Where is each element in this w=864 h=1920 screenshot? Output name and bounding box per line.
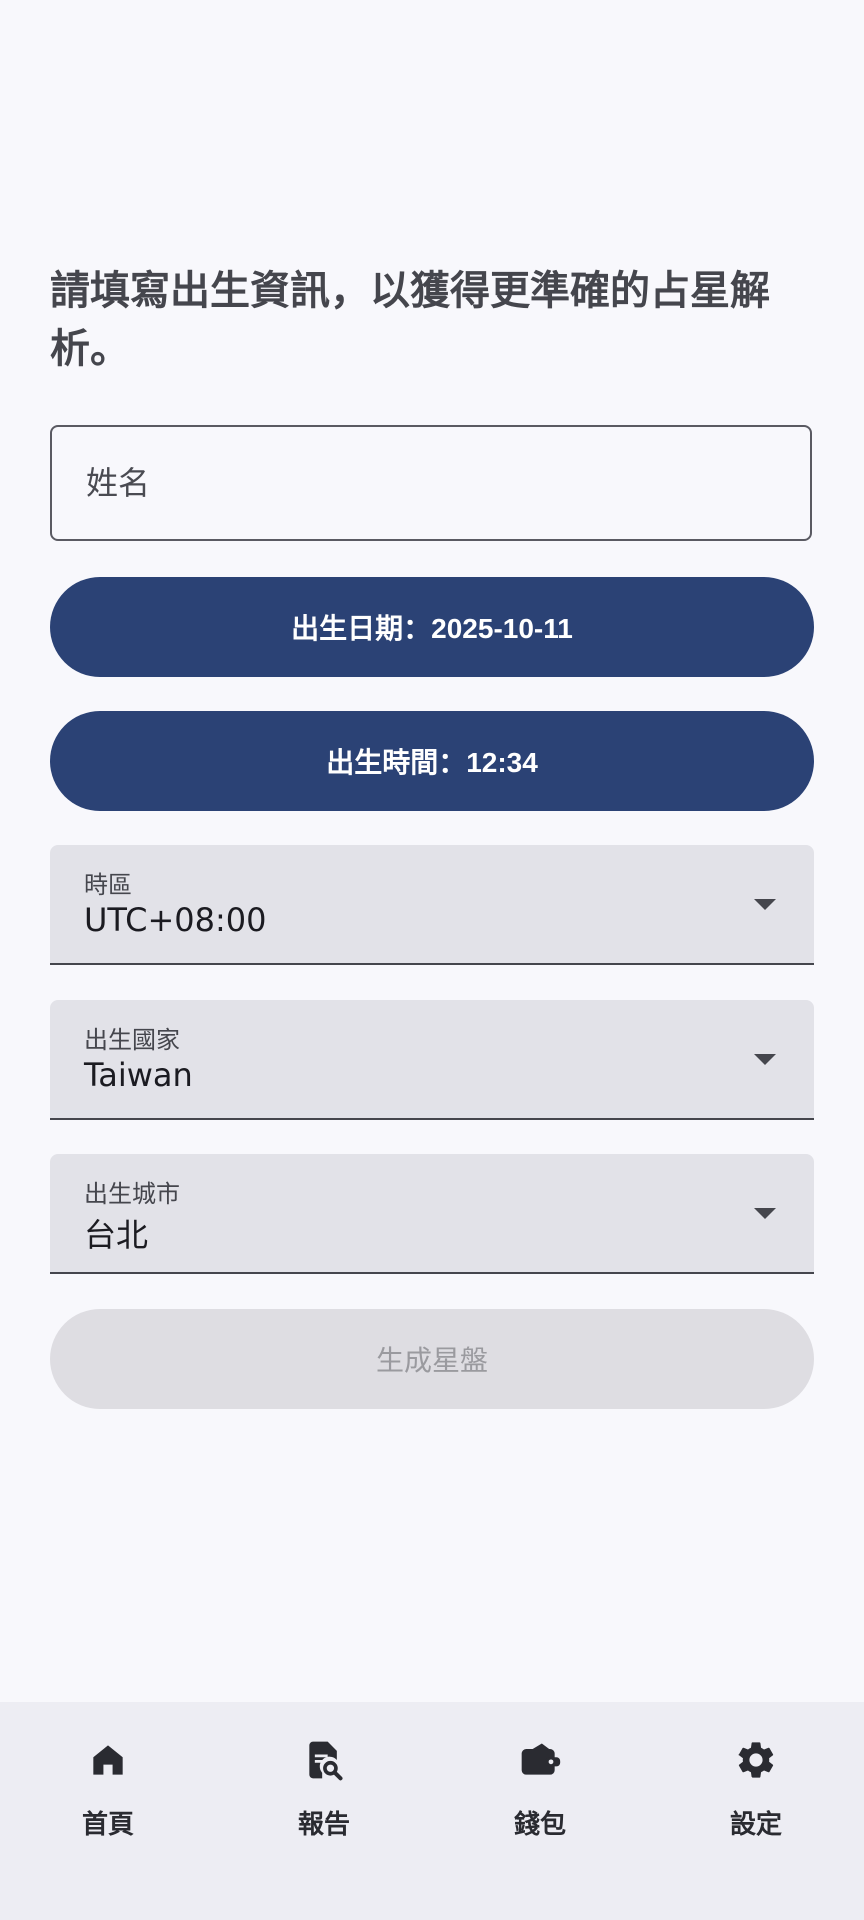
home-icon (93, 1745, 123, 1775)
timezone-label: 時區 (84, 871, 132, 899)
birth-date-label: 出生日期：2025-10-11 (291, 613, 573, 644)
birth-info-screen: 請填寫出生資訊，以獲得更準確的占星解析。 出生日期：2025-10-11 出生時… (0, 0, 864, 1920)
timezone-select[interactable]: 時區 UTC+08:00 (50, 845, 814, 965)
nav-item-home[interactable]: 首頁 (0, 1702, 216, 1920)
nav-label-wallet: 錢包 (513, 1810, 566, 1840)
city-select[interactable]: 出生城市 台北 (50, 1154, 814, 1274)
nav-label-report: 報告 (297, 1810, 350, 1840)
dropdown-arrow-icon[interactable] (754, 1208, 776, 1219)
wallet-icon (521, 1743, 561, 1775)
name-field[interactable] (50, 425, 812, 541)
nav-item-report[interactable]: 報告 (216, 1702, 432, 1920)
country-select[interactable]: 出生國家 Taiwan (50, 1000, 814, 1120)
name-input[interactable] (84, 463, 810, 503)
city-label: 出生城市 (84, 1180, 180, 1208)
birth-time-label: 出生時間：12:34 (326, 747, 538, 778)
dropdown-arrow-icon[interactable] (754, 1054, 776, 1065)
country-value: Taiwan (84, 1056, 193, 1094)
dropdown-arrow-icon[interactable] (754, 899, 776, 910)
generate-chart-label: 生成星盤 (375, 1344, 488, 1377)
city-value: 台北 (84, 1216, 149, 1254)
generate-chart-button[interactable]: 生成星盤 (50, 1309, 814, 1409)
timezone-value: UTC+08:00 (84, 901, 267, 939)
bottom-navigation: 首頁 報告 錢包 設定 (0, 1702, 864, 1920)
country-label: 出生國家 (84, 1026, 180, 1054)
report-search-icon (309, 1741, 343, 1781)
nav-item-settings[interactable]: 設定 (648, 1702, 864, 1920)
gear-icon (738, 1742, 774, 1778)
birth-time-button[interactable]: 出生時間：12:34 (50, 711, 814, 811)
nav-label-home: 首頁 (81, 1810, 134, 1840)
intro-text: 請填寫出生資訊，以獲得更準確的占星解析。 (50, 268, 770, 372)
nav-item-wallet[interactable]: 錢包 (432, 1702, 648, 1920)
nav-label-settings: 設定 (729, 1810, 782, 1840)
birth-date-button[interactable]: 出生日期：2025-10-11 (50, 577, 814, 677)
